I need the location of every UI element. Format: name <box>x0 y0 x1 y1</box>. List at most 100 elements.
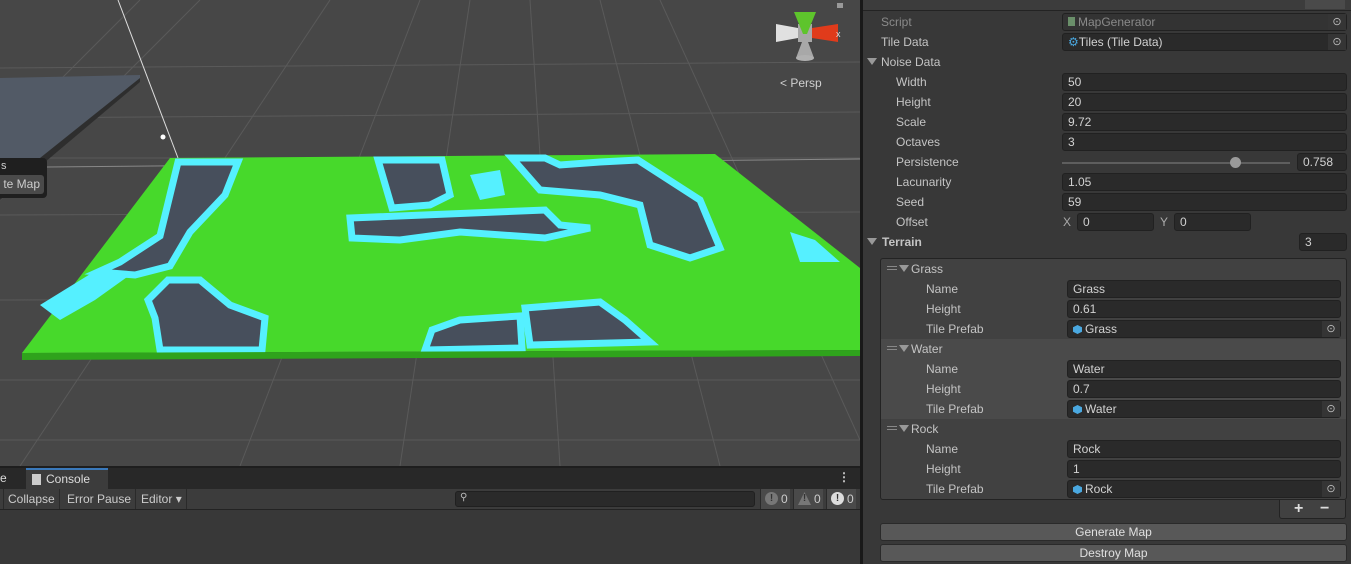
height-label: Height <box>896 95 931 109</box>
lacunarity-label: Lacunarity <box>896 175 952 189</box>
search-icon: ⚲ <box>460 492 468 503</box>
height-input[interactable]: 1 <box>1067 460 1341 478</box>
foldout-arrow-icon[interactable] <box>899 345 909 352</box>
width-row: Width 50 <box>863 72 1351 92</box>
error-count: 0 <box>847 492 854 506</box>
prefab-icon <box>1073 405 1082 414</box>
drag-handle-icon[interactable] <box>887 266 897 270</box>
element-header[interactable]: Water <box>881 339 1346 359</box>
name-label: Name <box>926 362 959 376</box>
scene-canvas[interactable]: x <box>0 0 860 466</box>
prefab-value: Water <box>1085 402 1117 416</box>
width-input[interactable]: 50 <box>1062 73 1347 91</box>
tab-label: Console <box>46 472 91 486</box>
warning-count-toggle[interactable]: ! 0 <box>793 489 823 509</box>
orientation-gizmo[interactable] <box>776 3 843 61</box>
terrain-size-input[interactable]: 3 <box>1299 233 1347 251</box>
name-row: Name Grass <box>881 279 1346 299</box>
prefab-value: Rock <box>1085 482 1113 496</box>
offset-x-label: X <box>1063 215 1072 229</box>
destroy-map-button[interactable]: Destroy Map <box>880 544 1347 562</box>
object-picker-icon: ⊙ <box>1328 14 1346 30</box>
info-count-toggle[interactable]: ! 0 <box>760 489 790 509</box>
error-pause-button[interactable]: Error Pause <box>63 489 137 509</box>
tile-data-label: Tile Data <box>881 35 929 49</box>
height-input[interactable]: 0.7 <box>1067 380 1341 398</box>
name-input[interactable]: Grass <box>1067 280 1341 298</box>
warning-icon: ! <box>798 492 811 505</box>
tile-prefab-row: Tile Prefab Rock ⊙ <box>881 479 1346 499</box>
terrain-foldout[interactable]: Terrain 3 <box>863 232 1351 252</box>
projection-toggle[interactable]: < Persp <box>780 76 822 90</box>
prefab-icon <box>1073 485 1082 494</box>
lacunarity-input[interactable]: 1.05 <box>1062 173 1347 191</box>
scene-view[interactable]: x < Persp s te Map <box>0 0 860 466</box>
object-picker-icon[interactable]: ⊙ <box>1322 481 1340 497</box>
error-count-toggle[interactable]: ! 0 <box>826 489 856 509</box>
remove-element-button[interactable]: − <box>1320 500 1329 517</box>
seed-row: Seed 59 <box>863 192 1351 212</box>
tile-data-field[interactable]: ⚙Tiles (Tile Data) ⊙ <box>1062 33 1347 51</box>
foldout-arrow-icon[interactable] <box>867 238 877 245</box>
object-picker-icon[interactable]: ⊙ <box>1322 401 1340 417</box>
console-icon <box>32 474 41 485</box>
prefab-icon <box>1073 325 1082 334</box>
tile-prefab-row: Tile Prefab Water ⊙ <box>881 399 1346 419</box>
scene-overlay-panel: s te Map <box>0 158 47 198</box>
header-button[interactable] <box>1305 0 1345 9</box>
terrain-map[interactable] <box>22 154 860 360</box>
tab-console[interactable]: Console <box>26 468 108 489</box>
offset-x-input[interactable]: 0 <box>1077 213 1154 231</box>
seed-input[interactable]: 59 <box>1062 193 1347 211</box>
console-panel: e Console ⋮ Collapse Error Pause Editor … <box>0 466 860 564</box>
height-input[interactable]: 0.61 <box>1067 300 1341 318</box>
info-icon: ! <box>765 492 778 505</box>
more-menu-icon[interactable]: ⋮ <box>838 470 850 484</box>
editor-dropdown[interactable]: Editor ▾ <box>137 489 187 509</box>
object-picker-icon[interactable]: ⊙ <box>1322 321 1340 337</box>
overlay-generate-map-button[interactable]: te Map <box>0 175 44 194</box>
warning-count: 0 <box>814 492 821 506</box>
tile-data-row: Tile Data ⚙Tiles (Tile Data) ⊙ <box>863 32 1351 52</box>
tile-prefab-field[interactable]: Grass ⊙ <box>1067 320 1341 338</box>
octaves-label: Octaves <box>896 135 941 149</box>
script-field-row: Script MapGenerator ⊙ <box>863 12 1351 32</box>
light-handle[interactable] <box>160 134 166 140</box>
height-row: Height 20 <box>863 92 1351 112</box>
tile-prefab-field[interactable]: Rock ⊙ <box>1067 480 1341 498</box>
drag-handle-icon[interactable] <box>887 426 897 430</box>
generate-map-button[interactable]: Generate Map <box>880 523 1347 541</box>
scale-input[interactable]: 9.72 <box>1062 113 1347 131</box>
octaves-input[interactable]: 3 <box>1062 133 1347 151</box>
persistence-input[interactable]: 0.758 <box>1297 153 1347 171</box>
name-input[interactable]: Rock <box>1067 440 1341 458</box>
object-picker-icon[interactable]: ⊙ <box>1328 34 1346 50</box>
drag-handle-icon[interactable] <box>887 346 897 350</box>
foldout-arrow-icon[interactable] <box>899 425 909 432</box>
persistence-slider[interactable] <box>1062 157 1290 168</box>
foldout-arrow-icon[interactable] <box>867 58 877 65</box>
name-input[interactable]: Water <box>1067 360 1341 378</box>
collapse-button[interactable]: Collapse <box>4 489 60 509</box>
offset-y-input[interactable]: 0 <box>1174 213 1251 231</box>
tile-prefab-row: Tile Prefab Grass ⊙ <box>881 319 1346 339</box>
terrain-label: Terrain <box>882 235 922 249</box>
add-element-button[interactable]: + <box>1294 500 1303 517</box>
lacunarity-row: Lacunarity 1.05 <box>863 172 1351 192</box>
console-tab-bar: e Console ⋮ <box>0 468 860 489</box>
element-title: Rock <box>911 422 939 436</box>
tile-prefab-field[interactable]: Water ⊙ <box>1067 400 1341 418</box>
terrain-element: Grass Name Grass Height 0.61 Tile Prefab… <box>881 259 1346 339</box>
rock-tiles <box>346 206 591 244</box>
tile-prefab-label: Tile Prefab <box>926 482 984 496</box>
script-field: MapGenerator ⊙ <box>1062 13 1347 31</box>
element-header[interactable]: Grass <box>881 259 1346 279</box>
height-input[interactable]: 20 <box>1062 93 1347 111</box>
slider-thumb[interactable] <box>1229 157 1241 168</box>
tab-previous[interactable]: e <box>0 468 12 489</box>
console-search-input[interactable]: ⚲ <box>455 491 755 507</box>
foldout-arrow-icon[interactable] <box>899 265 909 272</box>
height-label: Height <box>926 302 961 316</box>
noise-data-foldout[interactable]: Noise Data <box>863 52 1351 72</box>
element-header[interactable]: Rock <box>881 419 1346 439</box>
